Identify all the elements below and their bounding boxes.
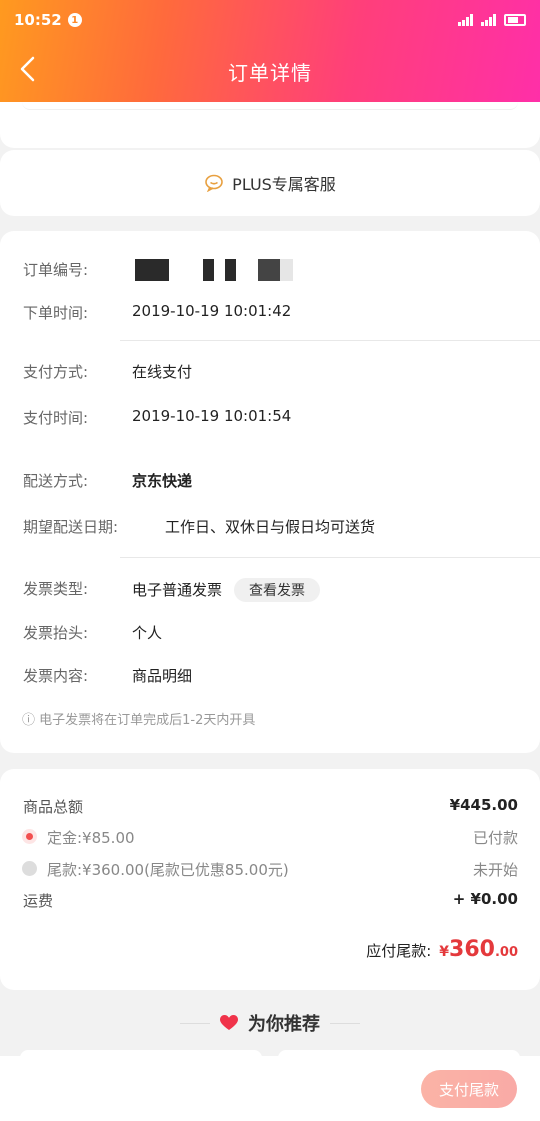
due-yen: ¥ bbox=[439, 944, 450, 960]
pay-time-label: 支付时间: bbox=[23, 409, 89, 427]
order-info-card: 订单编号: 下单时间: 2019-10-19 10:01:42 支付方式: 在线… bbox=[0, 231, 540, 753]
redacted-block bbox=[225, 259, 236, 281]
plus-service-card[interactable]: PLUS专属客服 bbox=[0, 150, 540, 216]
divider bbox=[330, 1022, 360, 1024]
order-time-label: 下单时间: bbox=[23, 304, 89, 322]
deposit-status: 已付款 bbox=[472, 829, 518, 847]
due-row: 应付尾款: ¥360.00 bbox=[366, 937, 518, 962]
pay-balance-button[interactable]: 支付尾款 bbox=[421, 1070, 517, 1108]
invoice-type-text: 电子普通发票 bbox=[132, 581, 223, 599]
pay-method-value: 在线支付 bbox=[132, 363, 193, 381]
redacted-block bbox=[135, 259, 169, 281]
due-amount: ¥360.00 bbox=[439, 937, 518, 962]
shipping-label: 运费 bbox=[23, 892, 54, 910]
due-label: 应付尾款: bbox=[366, 942, 432, 960]
delivery-label: 配送方式: bbox=[23, 472, 89, 490]
bottom-bar: 支付尾款 bbox=[0, 1056, 540, 1121]
page-title: 订单详情 bbox=[228, 60, 312, 85]
redacted-block bbox=[203, 259, 214, 281]
shipping-value: + ¥0.00 bbox=[452, 890, 518, 908]
divider bbox=[120, 340, 540, 341]
redacted-block bbox=[280, 259, 293, 281]
invoice-title-value: 个人 bbox=[132, 624, 163, 642]
total-label: 商品总额 bbox=[23, 798, 84, 816]
balance-label: 尾款:¥360.00(尾款已优惠85.00元) bbox=[47, 861, 289, 879]
signal-icon bbox=[481, 14, 496, 26]
payment-card: 商品总额 ¥445.00 定金:¥85.00 已付款 尾款:¥360.00(尾款… bbox=[0, 769, 540, 990]
plus-service-label: PLUS专属客服 bbox=[232, 175, 336, 194]
status-time: 10:52 bbox=[14, 11, 62, 29]
app-header: 10:52 1 订单详情 bbox=[0, 0, 540, 102]
pay-time-value: 2019-10-19 10:01:54 bbox=[132, 407, 292, 425]
delivery-value: 京东快递 bbox=[132, 472, 193, 490]
redacted-block bbox=[258, 259, 280, 281]
recommend-header: 为你推荐 bbox=[0, 1010, 540, 1036]
order-number-label: 订单编号: bbox=[23, 261, 89, 279]
invoice-content-value: 商品明细 bbox=[132, 667, 193, 685]
invoice-content-label: 发票内容: bbox=[23, 667, 89, 685]
pay-method-label: 支付方式: bbox=[23, 363, 89, 381]
deposit-label: 定金:¥85.00 bbox=[47, 829, 135, 847]
deposit-radio-icon bbox=[22, 829, 37, 844]
back-arrow-icon[interactable] bbox=[14, 54, 44, 84]
status-icons bbox=[458, 14, 526, 26]
nav-bar: 订单详情 bbox=[0, 40, 540, 102]
status-bar: 10:52 1 bbox=[0, 0, 540, 40]
due-dec: .00 bbox=[494, 945, 518, 960]
invoice-type-label: 发票类型: bbox=[23, 580, 89, 598]
signal-icon bbox=[458, 14, 473, 26]
order-time-value: 2019-10-19 10:01:42 bbox=[132, 302, 292, 320]
divider bbox=[180, 1022, 210, 1024]
heart-icon bbox=[220, 1015, 238, 1030]
invoice-type-value: 电子普通发票 查看发票 bbox=[132, 578, 321, 602]
previous-card bbox=[0, 102, 540, 148]
due-int: 360 bbox=[449, 937, 495, 962]
balance-radio-icon bbox=[22, 861, 37, 876]
battery-icon bbox=[504, 14, 526, 26]
divider bbox=[120, 557, 540, 558]
total-value: ¥445.00 bbox=[449, 796, 518, 814]
invoice-note: ⓘ 电子发票将在订单完成后1-2天内开具 bbox=[22, 713, 256, 728]
expected-date-label: 期望配送日期: bbox=[23, 518, 119, 536]
view-invoice-button[interactable]: 查看发票 bbox=[234, 578, 321, 602]
recommend-title: 为你推荐 bbox=[248, 1014, 320, 1035]
notification-badge: 1 bbox=[67, 13, 82, 27]
expected-date-value: 工作日、双休日与假日均可送货 bbox=[165, 518, 376, 536]
chat-bubble-icon bbox=[205, 174, 223, 192]
invoice-title-label: 发票抬头: bbox=[23, 624, 89, 642]
balance-status: 未开始 bbox=[472, 861, 518, 879]
